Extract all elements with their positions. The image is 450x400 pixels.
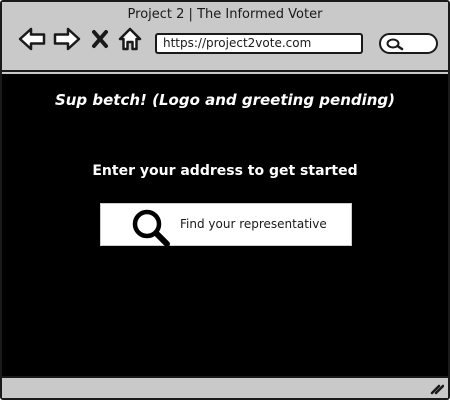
find-representative-button[interactable]: Find your representative	[100, 203, 352, 247]
browser-window: Project 2 | The Informed Voter https://p…	[0, 0, 450, 400]
search-icon	[386, 38, 404, 51]
back-button[interactable]	[17, 24, 47, 54]
forward-button[interactable]	[52, 24, 82, 54]
address-prompt: Enter your address to get started	[92, 163, 358, 179]
greeting-text: Sup betch! (Logo and greeting pending)	[54, 91, 396, 109]
page-content: Sup betch! (Logo and greeting pending) E…	[2, 74, 448, 376]
magnifier-icon	[132, 209, 170, 247]
home-button[interactable]	[116, 24, 144, 54]
close-icon	[92, 30, 108, 48]
stop-button[interactable]	[88, 24, 112, 54]
address-bar[interactable]: https://project2vote.com	[155, 33, 363, 54]
status-bar	[2, 376, 448, 398]
browser-search-button[interactable]	[379, 33, 438, 54]
arrow-right-icon	[53, 27, 81, 51]
find-representative-label: Find your representative	[180, 217, 327, 231]
arrow-left-icon	[18, 27, 46, 51]
browser-toolbar: Project 2 | The Informed Voter https://p…	[2, 2, 448, 72]
resize-grip-icon[interactable]	[430, 381, 444, 395]
window-title: Project 2 | The Informed Voter	[127, 7, 323, 22]
home-icon	[118, 27, 142, 51]
